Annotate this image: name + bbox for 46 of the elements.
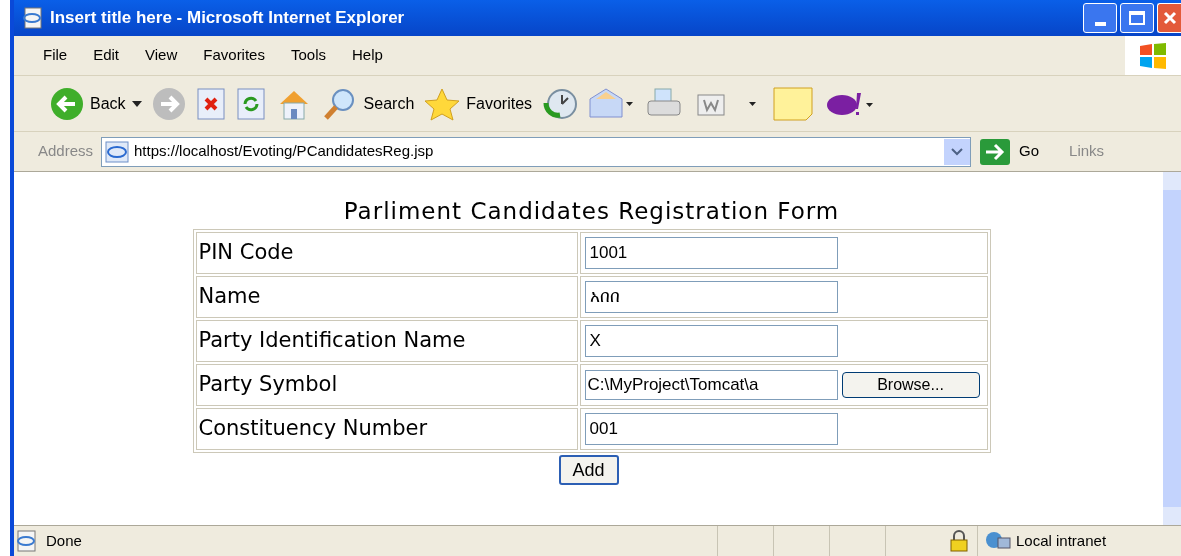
ie-page-icon: [104, 139, 131, 164]
dropdown-caret-icon[interactable]: [131, 100, 142, 107]
menu-item[interactable]: Favorites: [190, 44, 278, 67]
favorites-button[interactable]: Favorites: [424, 86, 533, 121]
minimize-button[interactable]: [1083, 3, 1117, 33]
stop-icon[interactable]: [195, 86, 226, 121]
menu-item[interactable]: File: [30, 44, 81, 67]
menu-item[interactable]: Tools: [277, 44, 339, 67]
ie-page-icon: [16, 530, 38, 552]
maximize-button[interactable]: [1120, 3, 1154, 33]
text-field[interactable]: አበበ: [584, 281, 838, 313]
add-button[interactable]: Add: [558, 455, 619, 485]
windows-flag-icon: [1138, 42, 1168, 69]
zone-text: Local intranet: [1016, 530, 1108, 551]
status-text: Done: [46, 530, 82, 551]
lock-icon: [949, 530, 969, 552]
field-label: Constituency Number: [195, 408, 578, 450]
url-text: https://localhost/Evoting/PCandidatesReg.jsp: [134, 141, 434, 162]
ie-page-icon: [22, 7, 44, 29]
field-label: Party Identification Name: [195, 320, 578, 362]
form-title: Parliment Candidates Registration Form: [342, 200, 840, 223]
browse-button[interactable]: Browse...: [841, 372, 980, 398]
refresh-icon[interactable]: [235, 86, 266, 121]
address-field[interactable]: https://localhost/Evoting/PCandidatesReg.jsp: [101, 136, 972, 167]
file-path-field[interactable]: C:\MyProject\Tomcat\a: [584, 370, 838, 400]
back-button[interactable]: Back: [50, 86, 142, 121]
text-field[interactable]: X: [584, 325, 838, 357]
menu-item[interactable]: View: [132, 44, 191, 67]
network-globe-icon: [984, 530, 1012, 552]
close-button[interactable]: [1157, 3, 1181, 33]
scrollbar[interactable]: [1163, 172, 1181, 525]
close-icon: [1162, 11, 1177, 25]
address-label: Address: [38, 141, 94, 162]
field-label: Name: [195, 276, 578, 318]
search-button[interactable]: Search: [321, 86, 415, 121]
go-button[interactable]: Go: [979, 137, 1040, 166]
menu-item[interactable]: Edit: [80, 44, 133, 67]
menu-item[interactable]: Help: [339, 44, 396, 67]
text-field[interactable]: 001: [584, 413, 838, 445]
field-label: PIN Code: [195, 232, 578, 274]
text-field[interactable]: 1001: [584, 237, 838, 269]
field-label: Party Symbol: [195, 364, 578, 406]
star-icon: [424, 86, 461, 121]
window-title: Insert title here - Microsoft Internet Explorer: [50, 7, 405, 30]
history-icon[interactable]: [542, 86, 579, 121]
mail-icon[interactable]: [588, 86, 635, 121]
